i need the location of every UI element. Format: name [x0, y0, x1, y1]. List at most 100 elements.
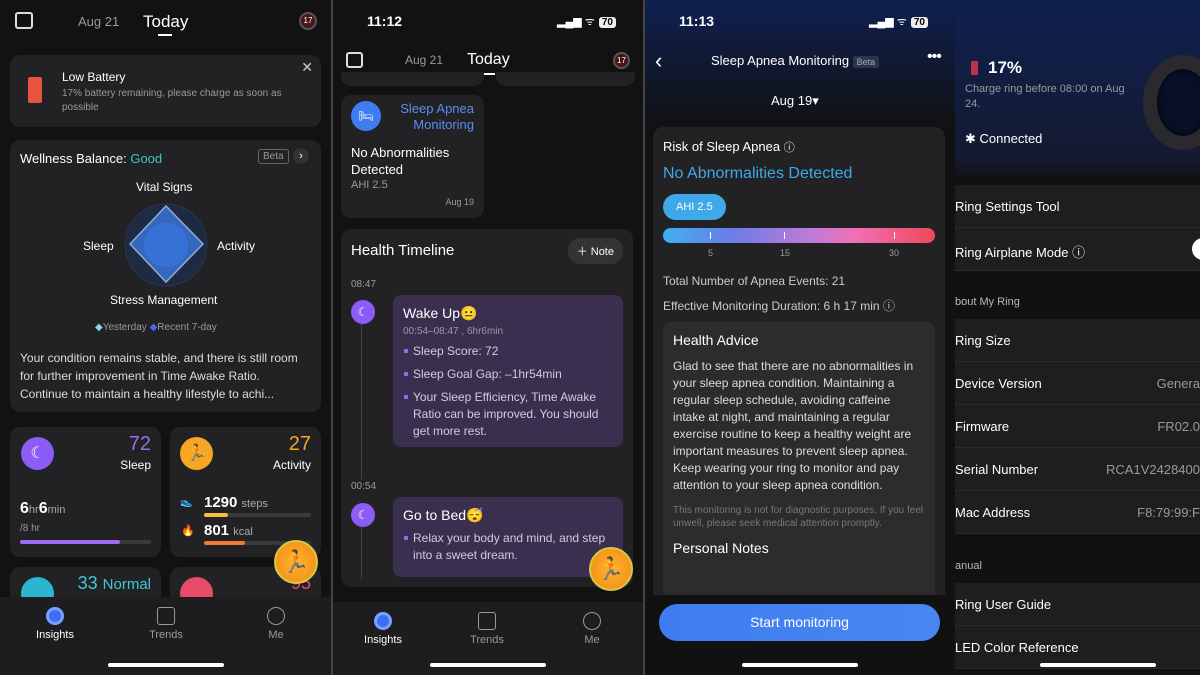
- nav-me[interactable]: Me: [246, 607, 306, 641]
- sleep-apnea-result-card: Risk of Sleep Apnea ⓘ No Abnormalities D…: [653, 127, 945, 612]
- section-about-my-ring: bout My Ring: [955, 296, 1020, 308]
- row-ring-airplane-mode[interactable]: Ring Airplane Mode ⓘ: [955, 228, 1200, 271]
- tab-today[interactable]: Today: [143, 12, 188, 32]
- start-monitoring-button[interactable]: Start monitoring: [659, 604, 940, 641]
- risk-result: No Abnormalities Detected: [663, 165, 853, 182]
- workout-fab[interactable]: 🏃: [274, 540, 318, 584]
- sleep-duration: 6hr6min: [20, 500, 66, 517]
- status-time: 11:12: [367, 13, 403, 29]
- running-icon: 🏃: [180, 437, 213, 470]
- tab-aug-21[interactable]: Aug 21: [405, 53, 443, 67]
- back-icon[interactable]: ‹: [655, 48, 662, 74]
- card-partial: [341, 72, 484, 86]
- person-icon: [267, 607, 285, 625]
- activity-label: Activity: [272, 458, 311, 472]
- ahi-bubble: AHI 2.5: [663, 194, 726, 220]
- sleep-goal: /8 hr: [20, 523, 41, 534]
- row-ring-user-guide[interactable]: Ring User Guide: [955, 583, 1200, 626]
- nav-me[interactable]: Me: [562, 612, 622, 646]
- row-ring-size[interactable]: Ring Size: [955, 319, 1200, 362]
- wellness-summary[interactable]: Your condition remains stable, and there…: [20, 349, 310, 403]
- more-icon[interactable]: •••: [927, 48, 942, 66]
- info-icon: ⓘ: [882, 299, 895, 313]
- tick-label: 15: [780, 248, 791, 258]
- tab-aug-21[interactable]: Aug 21: [78, 14, 119, 29]
- risk-title: Risk of Sleep Apnea ⓘ: [663, 139, 795, 154]
- tab-underline: [158, 34, 172, 36]
- home-indicator: [430, 663, 546, 667]
- tick-label: 30: [889, 248, 900, 258]
- insights-icon: [374, 612, 392, 630]
- entry-bullet: Your Sleep Efficiency, Time Awake Ratio …: [403, 389, 613, 440]
- apnea-ahi: AHI 2.5: [351, 179, 388, 191]
- radar-legend: ◆Yesterday ◆Recent 7-day: [95, 322, 217, 333]
- tab-today[interactable]: Today: [467, 51, 510, 69]
- health-timeline-card: Health Timeline ＋ Note 08:47 ☾ Wake Up😐 …: [341, 229, 633, 587]
- sleep-apnea-icon: 🛏: [351, 101, 381, 131]
- connection-status: ✱ Connected: [965, 131, 1043, 146]
- timeline-entry-wake-up[interactable]: Wake Up😐 00:54–08:47 , 6hr6min Sleep Sco…: [393, 295, 623, 447]
- row-serial-number[interactable]: Serial Number RCA1V2428400: [955, 448, 1200, 491]
- airplane-mode-toggle[interactable]: [1192, 238, 1200, 260]
- row-ring-settings-tool[interactable]: Ring Settings Tool: [955, 185, 1200, 228]
- ring-settings-screen: 17% Charge ring before 08:00 on Aug 24. …: [955, 0, 1200, 675]
- workout-fab[interactable]: 🏃: [589, 547, 633, 591]
- bluetooth-icon: ✱: [965, 131, 976, 146]
- wellness-title: Wellness Balance: Good: [20, 151, 163, 166]
- date-selector[interactable]: Aug 19▾: [771, 93, 819, 109]
- row-firmware[interactable]: Firmware FR02.0: [955, 405, 1200, 448]
- row-mac-address[interactable]: Mac Address F8:79:99:F: [955, 491, 1200, 534]
- steps: 1290 steps: [204, 494, 268, 511]
- insights-screen-1: Aug 21 Today 17 Low Battery 17% battery …: [0, 0, 331, 675]
- calendar-icon[interactable]: [15, 12, 33, 29]
- alert-text: 17% battery remaining, please charge as …: [62, 88, 282, 113]
- card-partial: [496, 72, 635, 86]
- low-battery-card[interactable]: Low Battery 17% battery remaining, pleas…: [10, 55, 321, 127]
- nav-trends[interactable]: Trends: [136, 607, 196, 641]
- battery-badge[interactable]: 17: [613, 52, 630, 69]
- apnea-events: Total Number of Apnea Events: 21: [663, 274, 846, 288]
- entry-title: Go to Bed😴: [403, 507, 484, 523]
- entry-bullet: Relax your body and mind, and step into …: [403, 530, 613, 564]
- nav-insights[interactable]: Insights: [353, 612, 413, 646]
- timeline-title: Health Timeline: [351, 242, 455, 259]
- activity-card[interactable]: 🏃 27 Activity 👟 1290 steps 🔥 801 kcal: [170, 427, 321, 557]
- nav-insights[interactable]: Insights: [25, 607, 85, 641]
- personal-notes-title: Personal Notes: [673, 540, 769, 556]
- tick-label: 5: [708, 248, 714, 258]
- moon-icon: ☾: [351, 503, 375, 527]
- sleep-apnea-screen: 11:13 ▂▄▆ ᯤ 70 ‹ Sleep Apnea Monitoring B…: [645, 0, 955, 675]
- home-indicator: [107, 663, 224, 667]
- axis-vital-signs: Vital Signs: [136, 180, 193, 194]
- row-device-version[interactable]: Device Version Genera: [955, 362, 1200, 405]
- shoe-icon: 👟: [180, 497, 193, 508]
- chevron-right-icon[interactable]: ›: [293, 148, 309, 164]
- nav-trends[interactable]: Trends: [457, 612, 517, 646]
- stress-value: 33 Normal: [77, 573, 151, 593]
- charge-hint: Charge ring before 08:00 on Aug 24.: [965, 83, 1125, 110]
- add-note-button[interactable]: ＋ Note: [567, 238, 623, 264]
- close-icon[interactable]: ✕: [301, 59, 313, 76]
- monitoring-duration: Effective Monitoring Duration: 6 h 17 mi…: [663, 299, 895, 313]
- alert-title: Low Battery: [62, 70, 126, 84]
- entry-subtitle: 00:54–08:47 , 6hr6min: [403, 326, 504, 337]
- calendar-icon[interactable]: [346, 52, 363, 68]
- home-indicator: [742, 663, 858, 667]
- trends-icon: [478, 612, 496, 630]
- apnea-title: Sleep Apnea Monitoring: [400, 101, 474, 132]
- insights-screen-2: 11:12 ▂▄▆ ᯤ 70 Aug 21 Today 17 🛏 Sleep Ap…: [333, 0, 643, 675]
- activity-score: 27: [288, 433, 311, 455]
- battery-badge[interactable]: 17: [299, 12, 317, 30]
- advice-text: Glad to see that there are no abnormalit…: [673, 359, 914, 492]
- page-title: Sleep Apnea Monitoring Beta: [711, 53, 880, 68]
- entry-bullet: Sleep Goal Gap: –1hr54min: [403, 366, 613, 383]
- ahi-scale-bar: [663, 228, 935, 243]
- sleep-card[interactable]: ☾ 72 Sleep 6hr6min /8 hr: [10, 427, 161, 557]
- battery-low-icon: [971, 61, 978, 75]
- wellness-card[interactable]: Wellness Balance: Good Beta › Vital Sign…: [10, 140, 321, 412]
- timeline-line: [361, 309, 362, 479]
- sleep-apnea-card[interactable]: 🛏 Sleep Apnea Monitoring No Abnormalitie…: [341, 95, 484, 218]
- bottom-nav: Insights Trends Me: [0, 597, 331, 675]
- axis-stress: Stress Management: [110, 293, 218, 307]
- advice-title: Health Advice: [673, 332, 759, 348]
